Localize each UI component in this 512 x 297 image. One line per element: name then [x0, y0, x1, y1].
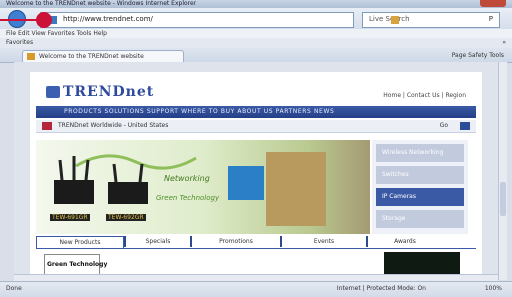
tab-content: Green Technology [36, 250, 476, 276]
tab-specials[interactable]: Specials [128, 236, 188, 247]
tab-label: Events [313, 238, 335, 245]
router-b [108, 182, 148, 204]
tab-separator [190, 236, 192, 247]
antenna-b2 [138, 163, 144, 183]
site-nav: PRODUCTS SOLUTIONS SUPPORT WHERE TO BUY … [36, 106, 476, 118]
command-bar[interactable]: Page Safety Tools [452, 52, 504, 59]
tab-label: Promotions [219, 238, 253, 245]
tab-label: New Products [59, 239, 101, 246]
status-bar: Done Internet | Protected Mode: On 100% [0, 281, 512, 297]
security-zone: Internet | Protected Mode: On [336, 285, 426, 292]
thumb-label: Green Technology [47, 261, 108, 268]
favicon-icon [27, 53, 35, 60]
tab-new-products[interactable]: New Products [36, 236, 124, 248]
tab-label: Welcome to the TRENDnet website [39, 53, 144, 60]
region-go[interactable]: Go [440, 122, 448, 129]
tab-promotions[interactable]: Promotions [194, 236, 278, 247]
url-input[interactable]: http://www.trendnet.com/ [40, 12, 354, 28]
vertical-scrollbar[interactable] [498, 62, 507, 280]
banner-swirl [75, 154, 197, 170]
banner-headline: Networking [164, 174, 210, 183]
banner-slogan: Green Technology [156, 194, 220, 202]
antenna-a3 [84, 159, 90, 181]
content-tabs: New Products Specials Promotions Events … [36, 236, 476, 249]
search-label: Live Search [369, 15, 410, 23]
monitor-graphic [228, 166, 264, 200]
tab-events[interactable]: Events [284, 236, 364, 247]
menu-bar: File Edit View Favorites Tools Help [0, 29, 512, 38]
sidebar-item-storage[interactable]: Storage [376, 210, 464, 228]
sidebar-item-label: Storage [382, 215, 406, 222]
tab-separator [124, 236, 126, 247]
site-nav-items[interactable]: PRODUCTS SOLUTIONS SUPPORT WHERE TO BUY … [64, 108, 334, 115]
status-text: Done [6, 285, 22, 292]
sidebar-item-wireless[interactable]: Wireless Networking [376, 144, 464, 162]
tab-awards[interactable]: Awards [370, 236, 440, 247]
close-button[interactable] [480, 0, 506, 7]
sidebar-item-cameras[interactable]: IP Cameras [376, 188, 464, 206]
antenna-b1 [112, 163, 118, 183]
tab-label: Specials [145, 238, 171, 245]
hero-banner[interactable]: Networking Green Technology TEW-691GR TE… [36, 140, 370, 234]
scroll-thumb[interactable] [500, 182, 506, 216]
zoom-level[interactable]: 100% [485, 285, 502, 292]
annotation-marker [36, 12, 52, 28]
site-logo[interactable]: TRENDnet [63, 84, 154, 100]
top-links[interactable]: Home | Contact Us | Region [383, 92, 466, 99]
window-title: Welcome to the TRENDnet website - Window… [6, 0, 197, 7]
tab-separator [280, 236, 282, 247]
sidebar-item-label: Switches [382, 171, 409, 178]
antenna-a1 [58, 159, 64, 181]
search-provider-icon [391, 16, 399, 24]
sidebar-item-switches[interactable]: Switches [376, 166, 464, 184]
region-bar: TRENDnet Worldwide - United States Go [36, 120, 476, 133]
region-select-icon[interactable] [460, 122, 470, 130]
annotation-line [0, 19, 38, 21]
search-input[interactable]: Live Search P [362, 12, 500, 28]
flag-icon [42, 122, 52, 130]
favorites-label[interactable]: Favorites [6, 39, 33, 46]
tab-label: Awards [394, 238, 416, 245]
tab-separator [366, 236, 368, 247]
favorites-chevron-icon[interactable]: » [502, 39, 506, 46]
model-label-b: TEW-692GR [106, 214, 146, 221]
product-thumbnail[interactable] [384, 252, 460, 274]
router-a [54, 180, 94, 204]
url-text: http://www.trendnet.com/ [63, 15, 153, 23]
trendnet-logo-icon [46, 86, 60, 98]
category-sidebar: Wireless Networking Switches IP Cameras … [372, 140, 468, 234]
sidebar-item-label: Wireless Networking [382, 149, 444, 156]
window-title-bar: Welcome to the TRENDnet website - Window… [0, 0, 512, 8]
sidebar-item-label: IP Cameras [382, 193, 416, 200]
region-label: TRENDnet Worldwide - United States [58, 122, 169, 129]
menu-items[interactable]: File Edit View Favorites Tools Help [6, 30, 107, 37]
green-tech-thumbnail[interactable]: Green Technology [44, 254, 107, 276]
search-go-icon[interactable]: P [489, 15, 493, 23]
person-graphic [266, 152, 326, 226]
model-label-a: TEW-691GR [50, 214, 90, 221]
